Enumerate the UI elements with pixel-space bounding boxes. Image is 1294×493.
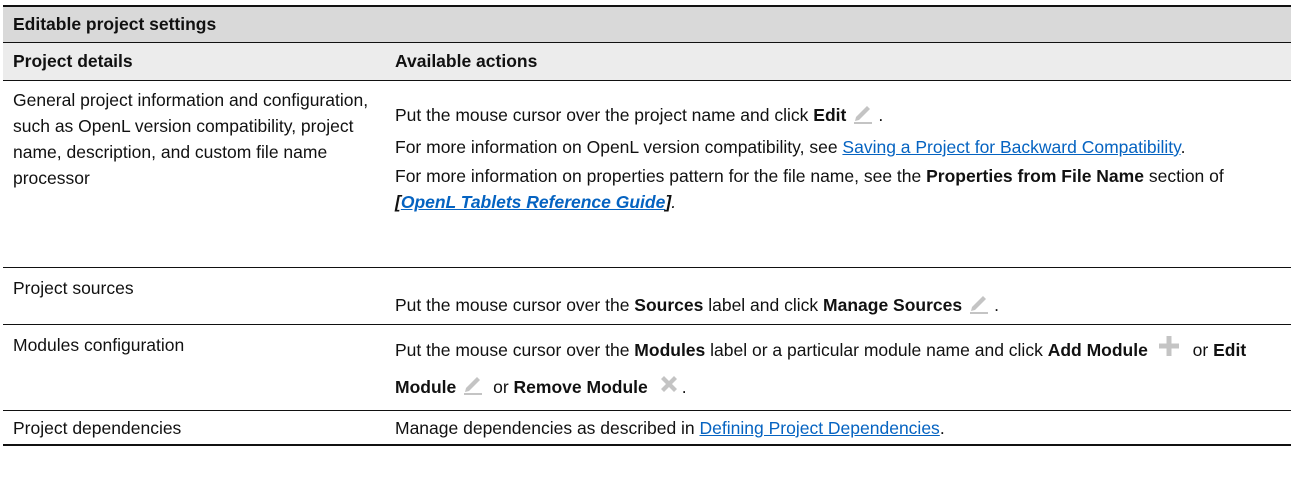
action-text: Put the mouse cursor over the project na… [395, 105, 814, 126]
details-cell: General project information and configur… [3, 80, 385, 268]
settings-table: Editable project settings Project detail… [3, 5, 1291, 446]
details-text: General project information and configur… [13, 90, 369, 188]
action-text: For more information on OpenL version co… [395, 137, 843, 157]
action-text: . [939, 418, 945, 438]
add-module-label: Add Module [1047, 340, 1148, 360]
actions-cell: Put the mouse cursor over the Sources la… [385, 267, 1291, 325]
action-line: Put the mouse cursor over the Sources la… [395, 292, 1283, 321]
reference-guide-link[interactable]: OpenL Tablets Reference Guide [401, 192, 666, 212]
details-cell: Modules configuration [3, 324, 385, 411]
table-header-row: Project details Available actions [3, 42, 1291, 81]
properties-section-label: Properties from File Name [926, 166, 1144, 186]
pencil-icon[interactable] [968, 292, 990, 321]
action-text: . [1180, 137, 1186, 157]
modules-label: Modules [634, 340, 706, 360]
details-text: Project dependencies [13, 418, 182, 438]
column-header-actions: Available actions [385, 42, 1291, 81]
action-text: or [1187, 340, 1214, 360]
table-row: Project sources Put the mouse cursor ove… [3, 267, 1291, 325]
details-cell: Project dependencies [3, 410, 385, 446]
cross-icon[interactable] [658, 371, 680, 407]
actions-cell: Put the mouse cursor over the project na… [385, 80, 1291, 268]
project-dependencies-link[interactable]: Defining Project Dependencies [700, 418, 940, 438]
details-cell: Project sources [3, 267, 385, 325]
action-text: . [681, 377, 687, 398]
action-text: label or a particular module name and cl… [705, 340, 1048, 360]
backward-compatibility-link[interactable]: Saving a Project for Backward Compatibil… [842, 137, 1180, 157]
action-text: label and click [703, 295, 824, 316]
action-text: . [671, 192, 677, 212]
manage-sources-label: Manage Sources [823, 295, 963, 316]
action-text: Put the mouse cursor over the [395, 295, 635, 316]
action-text: or [488, 377, 514, 398]
action-line: Put the mouse cursor over the project na… [395, 102, 1283, 131]
action-text: Put the mouse cursor over the [395, 340, 635, 360]
details-text: Modules configuration [13, 335, 185, 355]
table-row: General project information and configur… [3, 80, 1291, 268]
table-title-row: Editable project settings [3, 5, 1291, 43]
action-text: . [994, 295, 999, 316]
action-text: section of [1143, 166, 1224, 186]
action-line: Put the mouse cursor over the Modules la… [395, 332, 1283, 407]
details-text: Project sources [13, 278, 134, 298]
sources-label: Sources [634, 295, 704, 316]
actions-cell: Manage dependencies as described in Defi… [385, 410, 1291, 446]
action-line: For more information on OpenL version co… [395, 134, 1283, 160]
plus-icon[interactable] [1158, 333, 1180, 369]
table-title: Editable project settings [3, 5, 1291, 43]
actions-cell: Put the mouse cursor over the Modules la… [385, 324, 1291, 411]
action-text: . [878, 105, 884, 126]
remove-module-label: Remove Module [513, 377, 648, 398]
action-text: Manage dependencies as described in [395, 418, 700, 438]
table-row: Modules configuration Put the mouse curs… [3, 324, 1291, 411]
action-text: For more information on properties patte… [395, 166, 927, 186]
pencil-icon[interactable] [462, 371, 484, 407]
document-page: Editable project settings Project detail… [3, 5, 1291, 446]
pencil-icon[interactable] [852, 102, 874, 131]
column-header-details: Project details [3, 42, 385, 81]
table-row: Project dependencies Manage dependencies… [3, 410, 1291, 446]
edit-label: Edit [813, 105, 847, 126]
action-line: Manage dependencies as described in Defi… [395, 415, 1283, 441]
action-line: For more information on properties patte… [395, 163, 1283, 215]
